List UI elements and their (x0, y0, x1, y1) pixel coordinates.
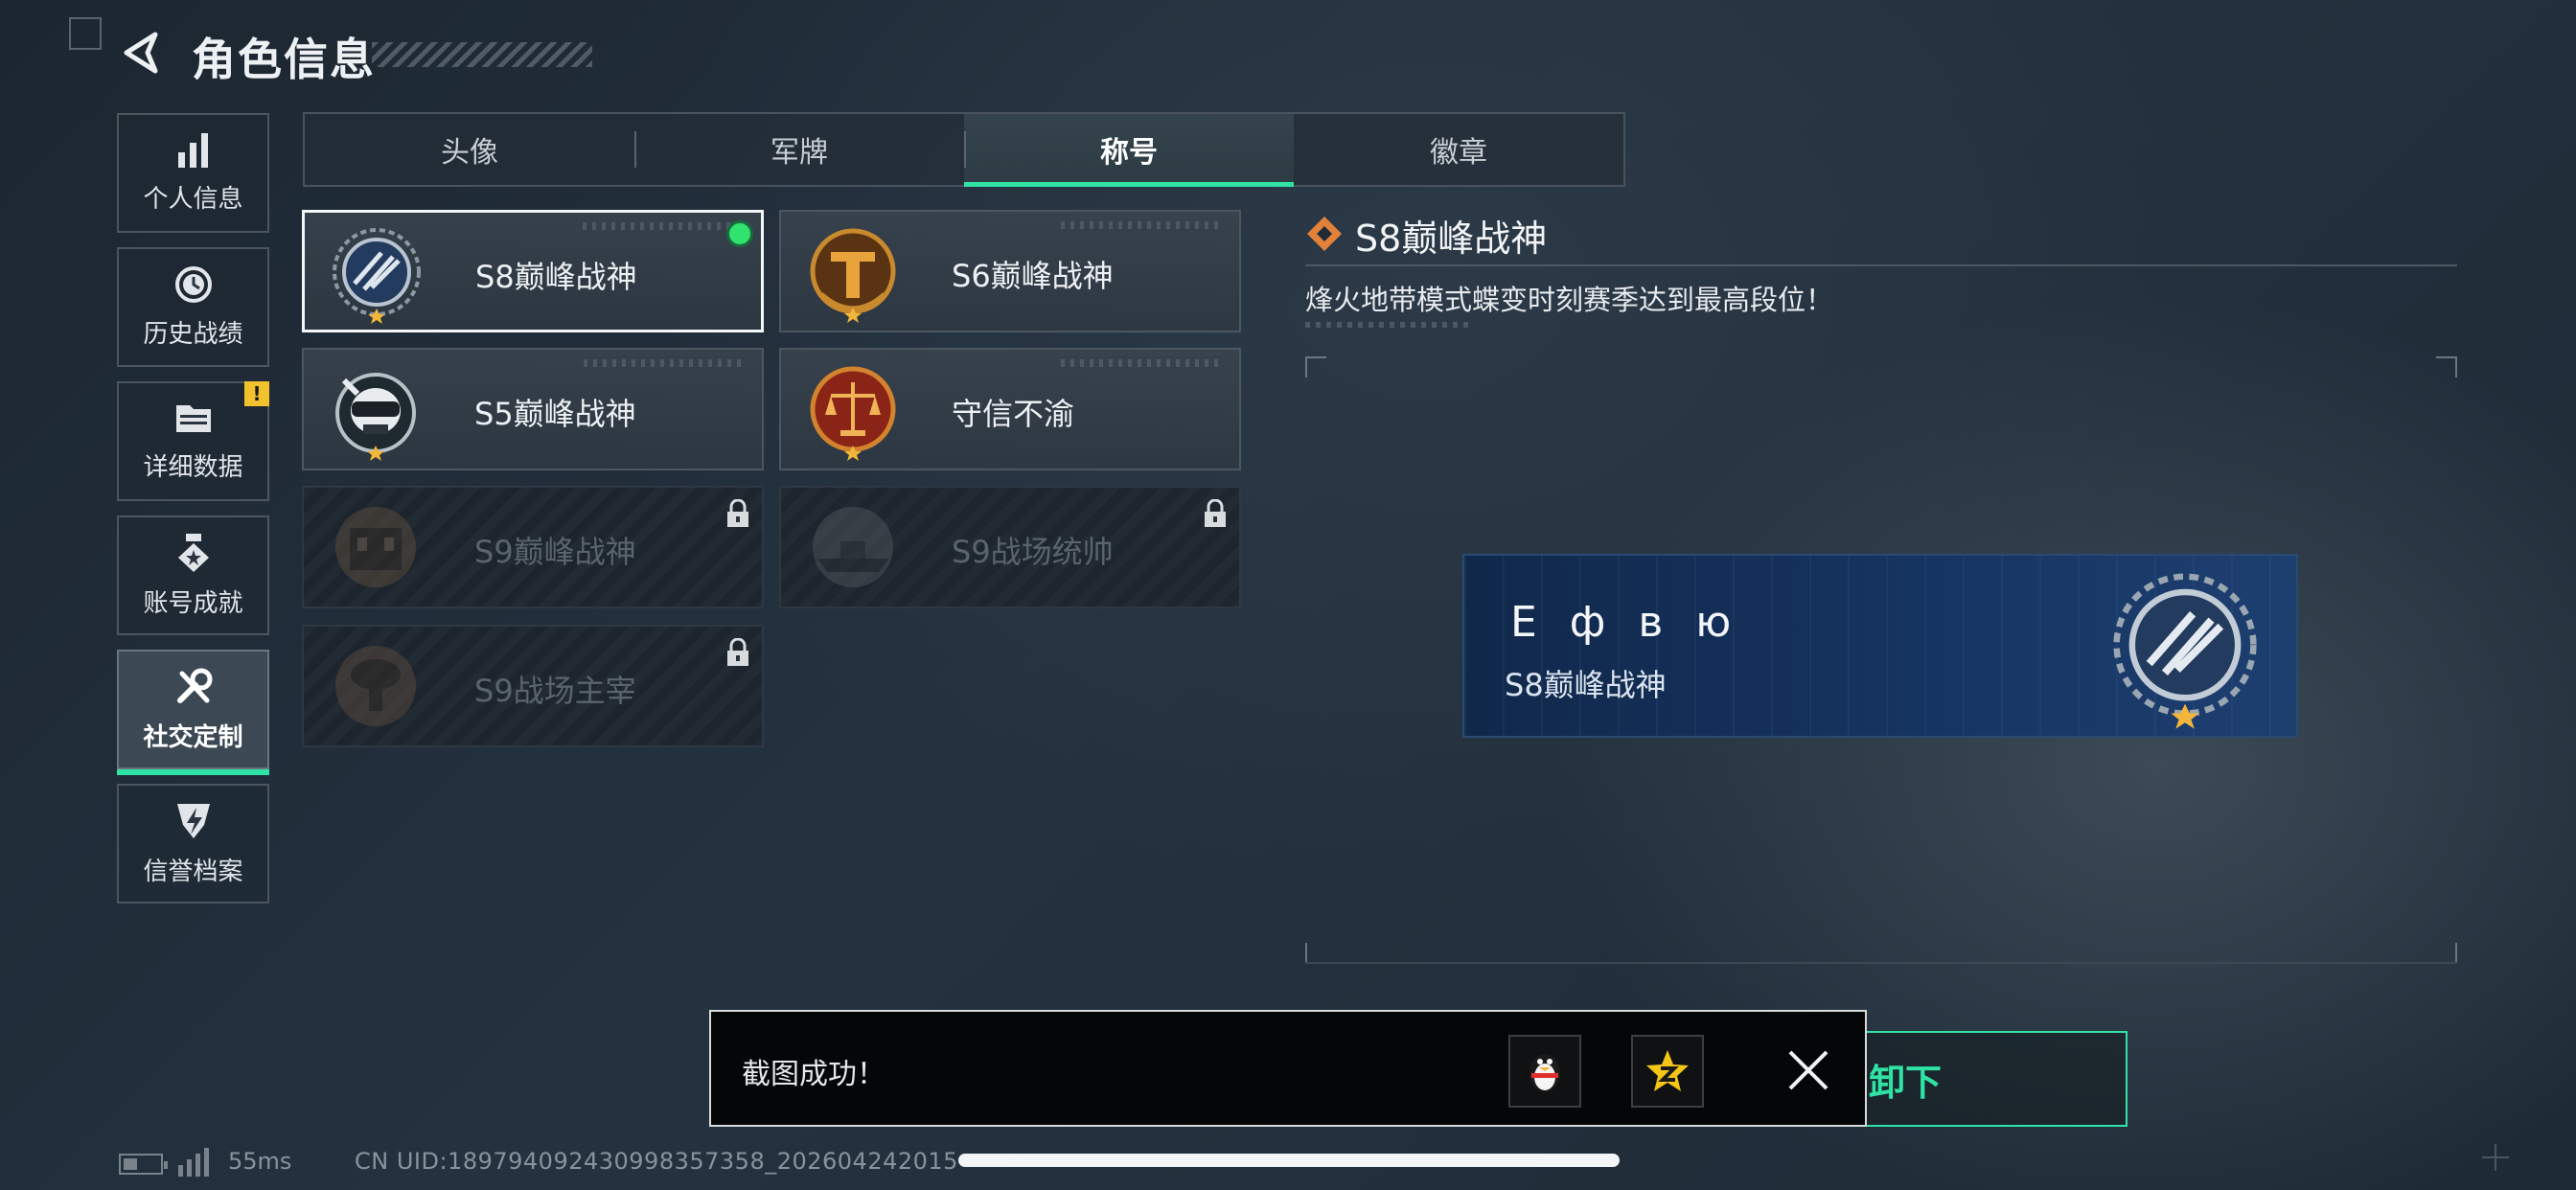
title-card-name: S9巅峰战神 (474, 534, 636, 570)
sidebar-item-label: 详细数据 (143, 453, 243, 482)
history-clock-icon (174, 266, 212, 303)
share-qzone-button[interactable] (1631, 1035, 1704, 1108)
title-card-name: S5巅峰战神 (474, 396, 636, 432)
title-card[interactable]: S8巅峰战神 (302, 210, 764, 332)
diamond-marker-icon (1307, 217, 1342, 251)
tab-dogtag[interactable]: 军牌 (634, 114, 964, 185)
title-card-name: S9战场统帅 (952, 534, 1114, 570)
detail-description: 烽火地带模式蝶变时刻赛季达到最高段位！ (1305, 284, 1834, 316)
equipped-indicator (726, 220, 753, 247)
sidebar-item-label: 个人信息 (143, 185, 243, 214)
divider (1305, 264, 2457, 266)
battery-icon (119, 1154, 168, 1175)
building-emblem-icon (335, 507, 416, 587)
screenshot-toast: 截图成功！ (709, 1010, 1867, 1127)
sidebar-item-label: 历史战绩 (143, 320, 243, 349)
card-dots-decoration (1061, 221, 1224, 229)
page-title: 角色信息 (192, 34, 376, 85)
s8-emblem-icon (333, 228, 421, 324)
share-qq-button[interactable] (1508, 1035, 1581, 1108)
skull-emblem-icon (335, 373, 416, 461)
dots-decoration (1305, 322, 1468, 328)
warning-badge: ! (244, 381, 269, 406)
title-stripes-decoration (372, 42, 592, 67)
qq-penguin-icon (1530, 1054, 1560, 1092)
mushroom-cloud-emblem-icon (335, 646, 416, 726)
shield-badge-icon (176, 804, 210, 838)
sidebar-item-label: 账号成就 (143, 589, 243, 618)
title-card[interactable]: S5巅峰战神 (302, 348, 764, 470)
back-button[interactable] (115, 27, 167, 79)
nameplate-title: S8巅峰战神 (1505, 667, 1667, 703)
title-card[interactable]: S9巅峰战神 (302, 486, 764, 608)
tab-badge[interactable]: 徽章 (1294, 114, 1623, 185)
s8-emblem-icon (2113, 573, 2257, 729)
detail-title: S8巅峰战神 (1355, 217, 1548, 260)
scales-emblem-icon (810, 366, 896, 461)
lock-icon (1205, 499, 1226, 527)
title-card-name: S9战场主宰 (474, 673, 636, 709)
title-card[interactable]: 守信不渝 (779, 348, 1241, 470)
warship-emblem-icon (813, 507, 893, 587)
ping-readout: 55ms (228, 1148, 292, 1175)
home-indicator[interactable] (958, 1154, 1620, 1167)
title-card-name: S6巅峰战神 (952, 258, 1114, 294)
sidebar-item-credit-record[interactable]: 信誉档案 (117, 784, 269, 904)
corner-frame-decoration (69, 17, 102, 50)
signal-icon (178, 1148, 209, 1177)
nameplate-player-name: Е ф в ю (1510, 598, 1741, 647)
card-dots-decoration (584, 359, 747, 367)
card-dots-decoration (583, 222, 746, 230)
unequip-button-label: 卸下 (1869, 1061, 1943, 1104)
lock-icon (727, 499, 748, 527)
folder-icon (175, 405, 211, 432)
sidebar-item-achievements[interactable]: 账号成就 (117, 515, 269, 635)
unequip-button[interactable]: 卸下 (1850, 1031, 2128, 1127)
user-uid: CN UID:18979409243099835735​8_2026042420… (355, 1148, 958, 1175)
wrench-screwdriver-icon (176, 668, 212, 703)
sidebar-item-history[interactable]: 历史战绩 (117, 247, 269, 367)
lock-icon (727, 638, 748, 666)
title-card-name: S8巅峰战神 (475, 259, 637, 295)
close-icon[interactable] (1781, 1042, 1836, 1098)
sidebar-item-label: 社交定制 (143, 723, 243, 752)
nameplate-preview: Е ф в ю S8巅峰战神 (1462, 554, 2298, 738)
tab-title[interactable]: 称号 (964, 114, 1294, 187)
divider (1305, 962, 2457, 964)
sidebar-item-detailed-data[interactable]: ! 详细数据 (117, 381, 269, 501)
back-arrow-icon (124, 32, 158, 74)
sidebar-item-social-custom[interactable]: 社交定制 (117, 650, 269, 775)
toast-message: 截图成功！ (742, 1058, 886, 1091)
qzone-star-icon (1646, 1050, 1689, 1091)
achievement-medal-icon (177, 534, 209, 572)
title-card-name: 守信不渝 (952, 396, 1075, 432)
sidebar-item-personal-info[interactable]: 个人信息 (117, 113, 269, 233)
card-dots-decoration (1061, 359, 1224, 367)
sidebar-item-label: 信誉档案 (143, 858, 243, 886)
tab-avatar[interactable]: 头像 (305, 114, 634, 185)
title-card[interactable]: S9战场主宰 (302, 625, 764, 747)
title-card[interactable]: S6巅峰战神 (779, 210, 1241, 332)
title-type-tabs: 头像 军牌 称号 徽章 (303, 112, 1625, 187)
plus-icon (2482, 1144, 2509, 1171)
title-card[interactable]: S9战场统帅 (779, 486, 1241, 608)
s6-emblem-icon (810, 228, 896, 323)
bar-chart-icon (177, 133, 208, 168)
